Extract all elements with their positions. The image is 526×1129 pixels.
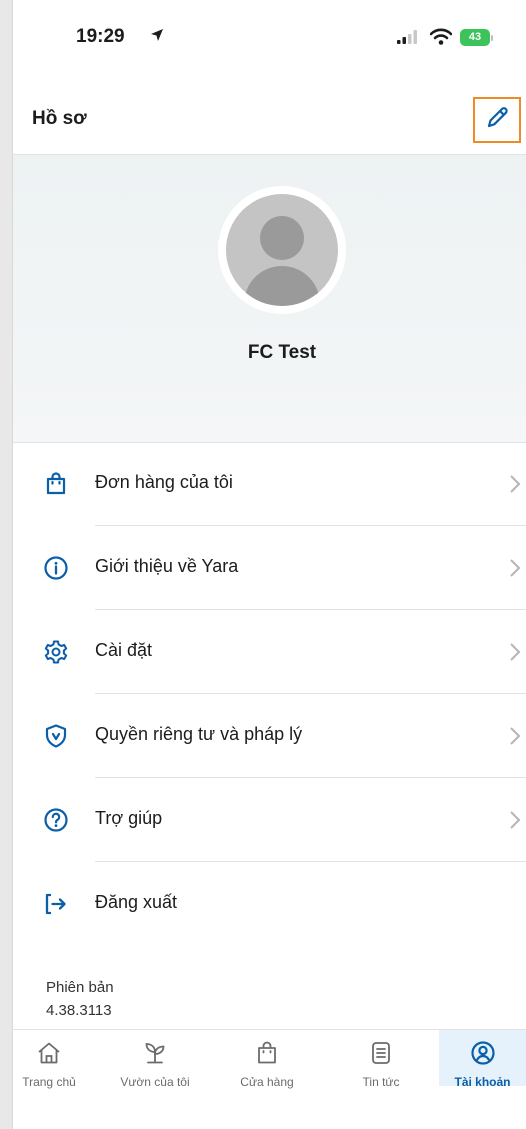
chevron-right-icon bbox=[509, 642, 521, 667]
location-arrow-icon bbox=[150, 28, 164, 47]
menu-item-label: Cài đặt bbox=[95, 640, 153, 660]
phone-screen: 19:29 43 Hồ sơ FC Test Đơn hàng của tôi … bbox=[0, 0, 526, 1129]
plant-icon bbox=[100, 1040, 210, 1071]
pencil-icon bbox=[484, 105, 510, 136]
menu-item-about-yara[interactable]: Giới thiệu về Yara bbox=[13, 526, 526, 610]
news-icon bbox=[331, 1040, 431, 1071]
tab-label: Vườn của tôi bbox=[120, 1075, 190, 1089]
menu-item-label: Đơn hàng của tôi bbox=[95, 472, 233, 492]
battery-tip bbox=[491, 35, 493, 41]
app-screen: 19:29 43 Hồ sơ FC Test Đơn hàng của tôi … bbox=[13, 0, 526, 1129]
chevron-right-icon bbox=[509, 474, 521, 499]
page-title: Hồ sơ bbox=[32, 108, 87, 129]
logout-button[interactable]: Đăng xuất bbox=[13, 862, 526, 946]
page-header: Hồ sơ bbox=[13, 82, 526, 155]
tab-home[interactable]: Trang chủ bbox=[1, 1030, 97, 1129]
status-bar: 19:29 43 bbox=[13, 0, 526, 80]
tab-label: Tài khoản bbox=[454, 1075, 511, 1089]
menu-item-privacy-legal[interactable]: Quyền riêng tư và pháp lý bbox=[13, 694, 526, 778]
menu-item-label: Quyền riêng tư và pháp lý bbox=[95, 724, 303, 744]
device-frame-edge bbox=[0, 0, 13, 1129]
menu-item-label: Giới thiệu về Yara bbox=[95, 556, 239, 576]
menu-item-help[interactable]: Trợ giúp bbox=[13, 778, 526, 862]
logout-label: Đăng xuất bbox=[95, 892, 178, 912]
edit-profile-button[interactable] bbox=[473, 97, 521, 143]
tab-label: Tin tức bbox=[362, 1075, 400, 1089]
app-version: Phiên bản 4.38.3113 bbox=[46, 976, 114, 1022]
wifi-icon bbox=[429, 28, 453, 50]
version-label: Phiên bản bbox=[46, 979, 114, 996]
version-number: 4.38.3113 bbox=[46, 1002, 112, 1019]
chevron-right-icon bbox=[509, 726, 521, 751]
status-time: 19:29 bbox=[76, 26, 125, 47]
shield-icon bbox=[43, 723, 69, 749]
menu-item-label: Trợ giúp bbox=[95, 808, 163, 828]
tab-store[interactable]: Cửa hàng bbox=[217, 1030, 317, 1129]
gear-icon bbox=[43, 639, 69, 665]
account-icon bbox=[439, 1040, 526, 1071]
tab-label: Trang chủ bbox=[22, 1075, 76, 1089]
logout-icon bbox=[43, 891, 69, 917]
chevron-right-icon bbox=[509, 810, 521, 835]
cellular-signal-icon bbox=[397, 30, 419, 49]
account-menu: Đơn hàng của tôi Giới thiệu về Yara Cài … bbox=[13, 442, 526, 946]
shopping-bag-icon bbox=[217, 1040, 317, 1071]
bottom-tab-bar: Trang chủ Vườn của tôi Cửa hàng Tin tức … bbox=[13, 1029, 526, 1129]
home-icon bbox=[1, 1040, 97, 1071]
tab-account[interactable]: Tài khoản bbox=[439, 1030, 526, 1089]
tab-label: Cửa hàng bbox=[240, 1075, 294, 1089]
info-icon bbox=[43, 555, 69, 581]
menu-item-orders[interactable]: Đơn hàng của tôi bbox=[13, 442, 526, 526]
help-icon bbox=[43, 807, 69, 833]
chevron-right-icon bbox=[509, 558, 521, 583]
profile-section: FC Test bbox=[13, 155, 526, 443]
person-icon bbox=[226, 194, 338, 306]
tab-news[interactable]: Tin tức bbox=[331, 1030, 431, 1129]
avatar[interactable] bbox=[218, 186, 346, 314]
battery-icon: 43 bbox=[460, 29, 490, 46]
profile-name: FC Test bbox=[247, 342, 317, 363]
menu-item-settings[interactable]: Cài đặt bbox=[13, 610, 526, 694]
tab-my-garden[interactable]: Vườn của tôi bbox=[100, 1030, 210, 1129]
shopping-bag-icon bbox=[43, 471, 69, 497]
